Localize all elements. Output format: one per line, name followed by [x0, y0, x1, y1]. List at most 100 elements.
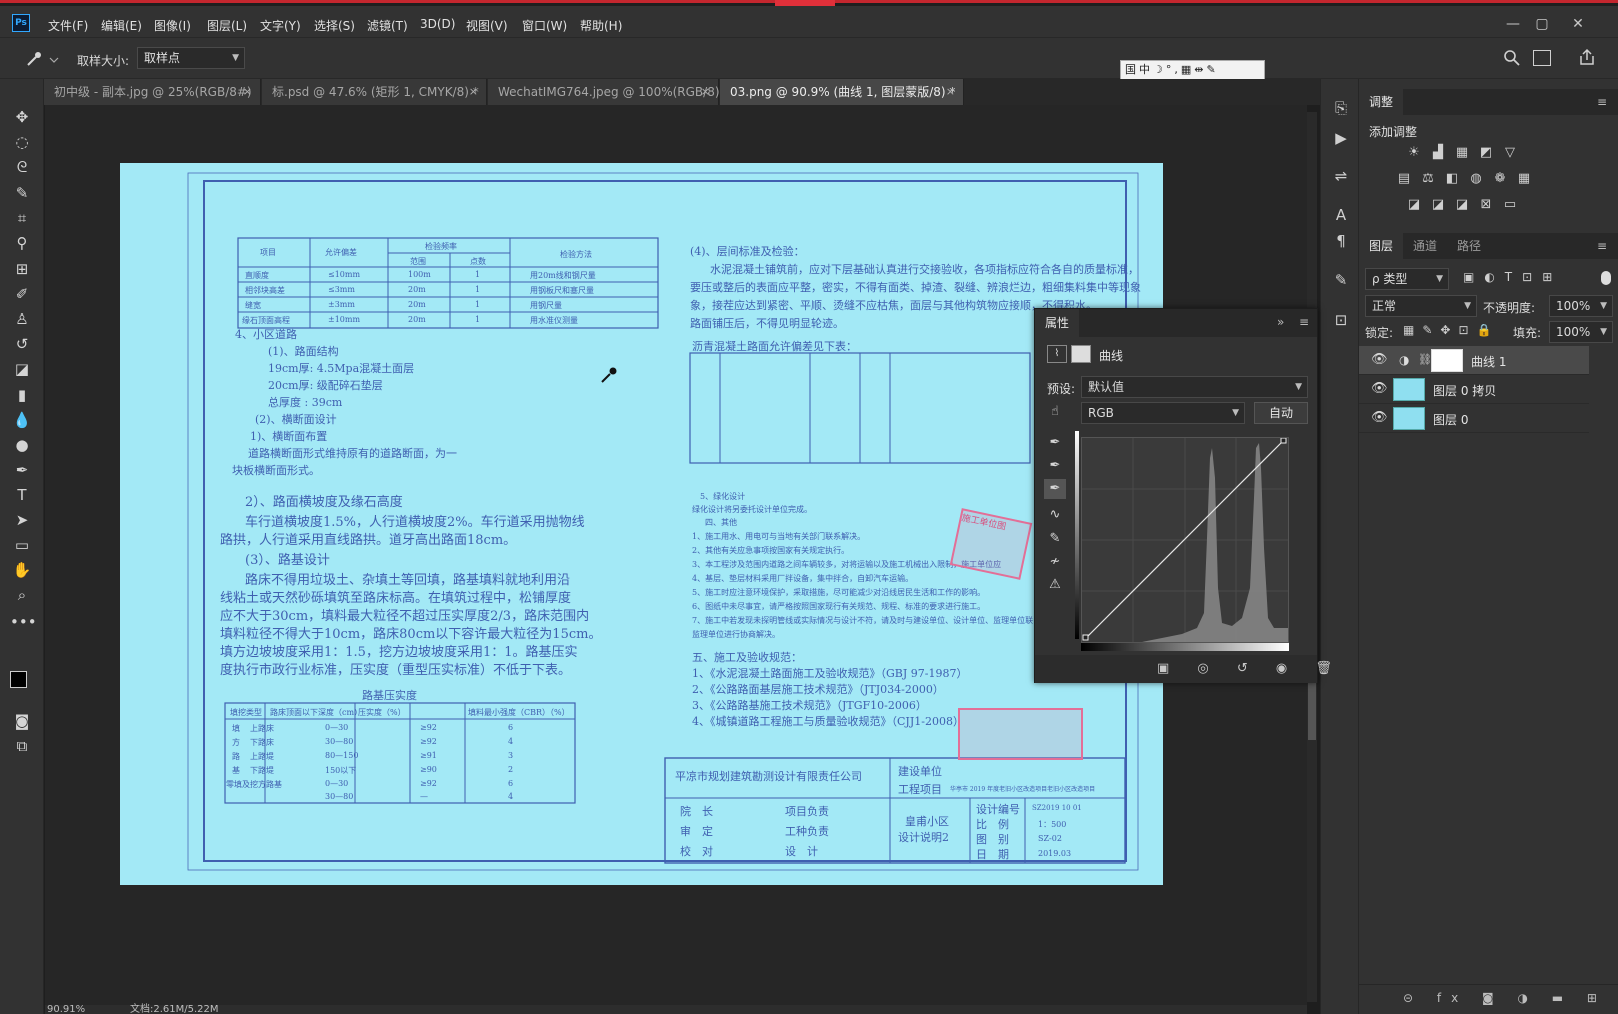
tab-document-2[interactable]: 标.psd @ 47.6% (矩形 1, CMYK/8) * × [262, 79, 487, 105]
tab-document-3[interactable]: WechatIMG764.jpeg @ 100%(RGB/8) × [488, 79, 720, 105]
curves-icon[interactable]: ▦ [1453, 145, 1471, 161]
dodge-tool-icon[interactable]: ● [10, 434, 34, 456]
levels-icon[interactable]: ▟ [1429, 145, 1447, 161]
eraser-tool-icon[interactable]: ◪ [10, 358, 34, 380]
crop-tool-icon[interactable]: ⌗ [10, 207, 34, 229]
document-canvas[interactable]: 项目 允许偏差 检验频率 检验方法 范围 点数 直顺度 ≤10mm 100m 1… [120, 163, 1163, 885]
restore-button[interactable]: ▢ [1530, 14, 1554, 34]
actions-play-icon[interactable]: ▶ [1329, 127, 1353, 149]
eyedropper-tool-icon[interactable]: ⚲ [10, 232, 34, 254]
collapse-icon[interactable]: » [1277, 315, 1284, 329]
paragraph-icon[interactable]: ¶ [1329, 230, 1353, 252]
vibrance-icon[interactable]: ▽ [1501, 145, 1519, 161]
preset-select[interactable]: 默认值 ▼ [1081, 376, 1308, 398]
ime-toolbar[interactable]: 国中☽°,▦⇹✎ [1120, 60, 1265, 80]
exposure-icon[interactable]: ◩ [1477, 145, 1495, 161]
foreground-color-swatch[interactable] [10, 671, 27, 688]
gray-point-eyedropper-icon[interactable]: ✒ [1044, 456, 1066, 476]
quick-mask-icon[interactable]: ◙ [10, 710, 34, 732]
menu-3d[interactable]: 3D(D) [420, 17, 455, 31]
share-icon[interactable] [1578, 48, 1596, 66]
close-window-button[interactable]: ✕ [1566, 14, 1590, 34]
quick-select-tool-icon[interactable]: ✎ [10, 182, 34, 204]
layer-row-layer0-copy[interactable]: 👁 图层 0 拷贝 [1359, 375, 1589, 404]
history-brush-tool-icon[interactable]: ↺ [10, 333, 34, 355]
channel-select[interactable]: RGB ▼ [1081, 402, 1245, 424]
mask-icon[interactable] [1071, 345, 1091, 363]
workspace-icon[interactable] [1533, 50, 1551, 66]
type-tool-icon[interactable]: T [10, 484, 34, 506]
tab-layers[interactable]: 图层 [1359, 233, 1404, 259]
opacity-input[interactable]: 100% ▼ [1549, 295, 1613, 317]
menu-filter[interactable]: 滤镜(T) [367, 17, 408, 34]
brush-tool-icon[interactable]: ✐ [10, 283, 34, 305]
layer-name[interactable]: 曲线 1 [1471, 353, 1506, 370]
tab-channels[interactable]: 通道 [1403, 233, 1447, 259]
pen-tool-icon[interactable]: ✒ [10, 459, 34, 481]
blend-mode-select[interactable]: 正常 ▼ [1365, 295, 1477, 317]
search-icon[interactable] [1503, 49, 1521, 67]
close-icon[interactable]: × [701, 79, 710, 105]
close-icon[interactable]: × [243, 79, 252, 105]
lock-icons[interactable]: ▦✎✥⊡🔒 [1403, 323, 1499, 337]
selective-color-icon[interactable]: ⊠ [1477, 197, 1495, 213]
target-adjust-hand-icon[interactable]: ☝ [1044, 402, 1066, 422]
black-white-icon[interactable]: ◧ [1443, 171, 1461, 187]
link-icon[interactable]: ⛓ [1418, 353, 1432, 366]
layer-row-curves[interactable]: 👁 ◑ ⛓ 曲线 1 [1359, 346, 1589, 375]
layer-name[interactable]: 图层 0 拷贝 [1433, 382, 1496, 399]
menu-select[interactable]: 选择(S) [314, 17, 355, 34]
screen-mode-icon[interactable]: ⧉ [10, 735, 34, 757]
close-icon[interactable]: × [469, 79, 478, 105]
tab-properties[interactable]: 属性 [1035, 309, 1080, 337]
curve-edit-points-icon[interactable]: ∿ [1044, 505, 1066, 525]
color-balance-icon[interactable]: ⚖ [1419, 171, 1437, 187]
gradient-tool-icon[interactable]: ▮ [10, 384, 34, 406]
photo-filter-icon[interactable]: ◍ [1467, 171, 1485, 187]
healing-brush-tool-icon[interactable]: ⊞ [10, 258, 34, 280]
curve-pencil-icon[interactable]: ✎ [1044, 529, 1066, 549]
hand-tool-icon[interactable]: ✋ [10, 559, 34, 581]
rectangle-tool-icon[interactable]: ▭ [10, 534, 34, 556]
close-icon[interactable]: × [946, 79, 955, 105]
eyedropper-preset-icon[interactable] [22, 49, 62, 69]
white-point-eyedropper-icon[interactable]: ✒ [1044, 479, 1066, 499]
minimize-button[interactable]: — [1501, 14, 1525, 34]
zoom-tool-icon[interactable]: ⌕ [10, 584, 34, 606]
history-icon[interactable]: ⎘ [1329, 97, 1353, 119]
tab-document-4[interactable]: 03.png @ 90.9% (曲线 1, 图层蒙版/8) * × [720, 79, 964, 105]
status-zoom[interactable]: 90.91% [47, 1005, 85, 1014]
panel-menu-icon[interactable]: ≡ [1299, 315, 1309, 329]
auto-button[interactable]: 自动 [1254, 402, 1308, 424]
properties-panel-icon[interactable]: ⊡ [1329, 309, 1353, 331]
scrollbar-thumb[interactable] [1308, 680, 1316, 740]
tab-adjustments[interactable]: 调整 [1359, 89, 1404, 115]
layer-mask-thumbnail[interactable] [1431, 349, 1463, 372]
menu-help[interactable]: 帮助(H) [580, 17, 622, 34]
color-lookup-icon[interactable]: ▦ [1515, 171, 1533, 187]
lasso-tool-icon[interactable]: ᘓ [10, 156, 34, 178]
sample-size-select[interactable]: 取样点 ▼ [137, 47, 245, 69]
channel-mixer-icon[interactable]: ❁ [1491, 171, 1509, 187]
clipping-warning-icon[interactable]: ⚠ [1044, 575, 1066, 595]
path-select-tool-icon[interactable]: ➤ [10, 509, 34, 531]
menu-file[interactable]: 文件(F) [48, 17, 88, 34]
layer-kind-filter[interactable]: ρ 类型 ▼ [1365, 268, 1449, 290]
brush-settings-icon[interactable]: ✎ [1329, 269, 1353, 291]
posterize-icon[interactable]: ◪ [1429, 197, 1447, 213]
menu-window[interactable]: 窗口(W) [522, 17, 567, 34]
properties-footer-icons[interactable]: ▣ ◎ ↺ ◉ 🗑 [1157, 661, 1344, 676]
panel-menu-icon[interactable]: ≡ [1597, 239, 1607, 253]
brightness-icon[interactable]: ☀ [1405, 145, 1423, 161]
marquee-tool-icon[interactable]: ◌ [10, 131, 34, 153]
eye-icon[interactable]: 👁 [1371, 410, 1388, 425]
blur-tool-icon[interactable]: 💧 [10, 409, 34, 431]
menu-type[interactable]: 文字(Y) [260, 17, 301, 34]
more-tools-icon[interactable]: ••• [10, 611, 37, 633]
eye-icon[interactable]: 👁 [1371, 352, 1388, 367]
black-point-eyedropper-icon[interactable]: ✒ [1044, 433, 1066, 453]
fill-input[interactable]: 100% ▼ [1549, 321, 1613, 343]
layer-name[interactable]: 图层 0 [1433, 411, 1468, 428]
layers-footer-icons[interactable]: ⊝ fx ◙ ◑ ▬ ⊞ 🗑 [1403, 991, 1618, 1005]
character-icon[interactable]: A [1329, 204, 1353, 226]
